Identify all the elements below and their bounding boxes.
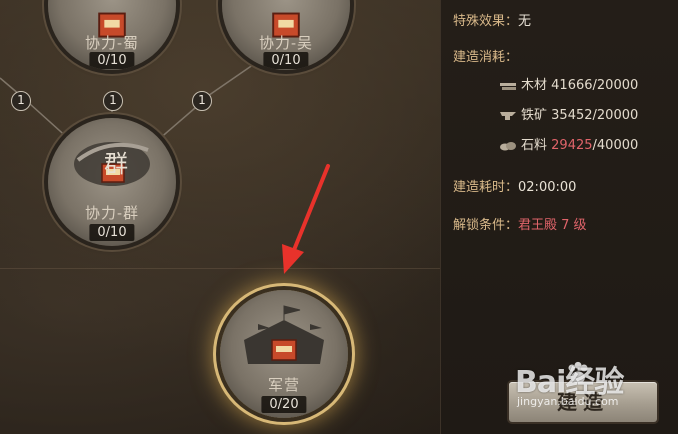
game-screen: 协力-蜀 0/10 协力-吴 0/10 群 协力-群 0/10 军营 0/20 … <box>0 0 678 434</box>
special-effect-label: 特殊效果： <box>453 14 519 29</box>
tech-tree-panel: 协力-蜀 0/10 协力-吴 0/10 群 协力-群 0/10 军营 0/20 … <box>0 0 440 434</box>
resource-row-wood: 木材 41666/20000 <box>499 74 638 93</box>
build-time-row: 建造耗时：02:00:00 <box>453 176 576 195</box>
build-cost-row: 建造消耗： <box>453 46 518 65</box>
resource-current: 41666 <box>551 78 593 93</box>
special-effect-row: 特殊效果：无 <box>453 10 531 29</box>
pointer-arrow-icon <box>282 164 330 274</box>
resource-required: 20000 <box>596 78 639 93</box>
resource-required: 20000 <box>596 108 639 123</box>
resource-row-iron: 铁矿 35452/20000 <box>499 104 638 123</box>
unlock-condition-row: 解锁条件：君王殿 7 级 <box>453 214 587 233</box>
resource-current: 35452 <box>551 108 593 123</box>
resource-current-insufficient: 29425 <box>551 138 593 153</box>
build-time-value: 02:00:00 <box>518 180 577 195</box>
resource-name: 木材 <box>521 78 548 93</box>
unlock-condition-label: 解锁条件： <box>453 218 519 233</box>
unlock-condition-value: 君王殿 7 级 <box>518 218 587 233</box>
build-button[interactable]: 建造 <box>509 382 657 422</box>
wood-icon <box>500 82 516 90</box>
build-time-label: 建造耗时： <box>453 180 519 195</box>
resource-name: 石料 <box>521 138 548 153</box>
build-cost-label: 建造消耗： <box>453 50 519 65</box>
resource-name: 铁矿 <box>521 108 548 123</box>
anvil-icon <box>500 111 516 120</box>
building-info-panel: 特殊效果：无 建造消耗： 木材 41666/20000 铁矿 35452/200… <box>440 0 678 434</box>
stone-icon <box>500 141 516 150</box>
resource-required: 40000 <box>596 138 639 153</box>
special-effect-value: 无 <box>518 14 532 29</box>
resource-row-stone: 石料 29425/40000 <box>499 134 638 153</box>
